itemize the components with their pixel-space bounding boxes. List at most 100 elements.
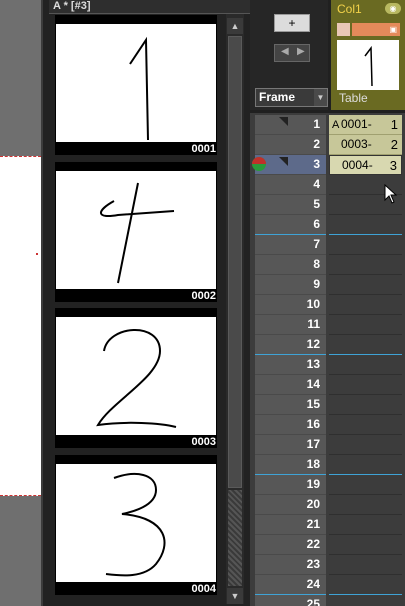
- frame-number[interactable]: 14: [255, 375, 326, 395]
- frame-number[interactable]: 6: [255, 215, 326, 235]
- frame-number[interactable]: 8: [255, 255, 326, 275]
- xsheet-cell-empty[interactable]: [329, 295, 402, 315]
- xsheet-row[interactable]: 6: [255, 215, 405, 235]
- xsheet-row[interactable]: 22: [255, 535, 405, 555]
- eye-icon[interactable]: ◉: [385, 3, 401, 14]
- xsheet-cell-empty[interactable]: [329, 495, 402, 515]
- frame-number[interactable]: 17: [255, 435, 326, 455]
- xsheet-cell-empty[interactable]: [329, 475, 402, 495]
- chevron-down-icon: ▼: [314, 89, 327, 106]
- frame-number[interactable]: 16: [255, 415, 326, 435]
- level-frame[interactable]: 0001: [55, 15, 217, 155]
- frame-number[interactable]: 12: [255, 335, 326, 355]
- frame-number[interactable]: 20: [255, 495, 326, 515]
- level-strip-scrollbar[interactable]: ▲ ▼: [226, 14, 244, 604]
- xsheet-row[interactable]: 7: [255, 235, 405, 255]
- new-level-button[interactable]: +: [274, 14, 310, 32]
- xsheet-row[interactable]: 20: [255, 495, 405, 515]
- xsheet-row[interactable]: 1 A 0001- 1: [255, 115, 405, 135]
- xsheet-row[interactable]: 25: [255, 595, 405, 606]
- frame-number[interactable]: 2: [255, 135, 326, 155]
- xsheet-row[interactable]: 4: [255, 175, 405, 195]
- xsheet-cell-empty[interactable]: [329, 415, 402, 435]
- frame-number[interactable]: 7: [255, 235, 326, 255]
- xsheet-row[interactable]: 10: [255, 295, 405, 315]
- viewer-panel[interactable]: [0, 0, 43, 606]
- xsheet-cell-empty[interactable]: [329, 255, 402, 275]
- xsheet-cell-empty[interactable]: [329, 535, 402, 555]
- xsheet-row[interactable]: 24: [255, 575, 405, 595]
- xsheet-cell-filled[interactable]: 0004- 3: [329, 155, 402, 175]
- xsheet-row[interactable]: 14: [255, 375, 405, 395]
- frame-number[interactable]: 13: [255, 355, 326, 375]
- xsheet-cell-empty[interactable]: [329, 515, 402, 535]
- camstand-toggle[interactable]: [337, 23, 350, 36]
- xsheet-cell-empty[interactable]: [329, 275, 402, 295]
- frame-number[interactable]: 21: [255, 515, 326, 535]
- scroll-up-arrow-icon[interactable]: ▲: [227, 18, 243, 34]
- xsheet-cell-empty[interactable]: [329, 315, 402, 335]
- scroll-down-arrow-icon[interactable]: ▼: [227, 588, 243, 604]
- next-arrow-icon[interactable]: ▶: [297, 46, 305, 57]
- xsheet-cell-empty[interactable]: [329, 435, 402, 455]
- scrollbar-thumb[interactable]: [228, 36, 242, 488]
- frame-number[interactable]: 19: [255, 475, 326, 495]
- xsheet-row[interactable]: 5: [255, 195, 405, 215]
- xsheet-row[interactable]: 8: [255, 255, 405, 275]
- keyframe-marker-icon[interactable]: [279, 157, 288, 166]
- xsheet-cell-empty[interactable]: [329, 215, 402, 235]
- frame-thumbnail: [56, 24, 216, 142]
- xsheet-row[interactable]: 23: [255, 555, 405, 575]
- xsheet-cell-empty[interactable]: [329, 455, 402, 475]
- lock-toggle[interactable]: ▣: [352, 23, 400, 36]
- xsheet-cell-empty[interactable]: [329, 575, 402, 595]
- xsheet-row[interactable]: 2 0003- 2: [255, 135, 405, 155]
- xsheet-row[interactable]: 9: [255, 275, 405, 295]
- xsheet-cell-empty[interactable]: [329, 235, 402, 255]
- frame-number[interactable]: 24: [255, 575, 326, 595]
- scrollbar-track[interactable]: [228, 490, 242, 586]
- xsheet-cell-empty[interactable]: [329, 375, 402, 395]
- xsheet-row[interactable]: 16: [255, 415, 405, 435]
- xsheet-cell-empty[interactable]: [329, 355, 402, 375]
- frame-number[interactable]: 18: [255, 455, 326, 475]
- frame-number[interactable]: 25: [255, 595, 326, 606]
- level-frame[interactable]: 0003: [55, 308, 217, 448]
- frame-number[interactable]: 11: [255, 315, 326, 335]
- frame-number[interactable]: 1: [255, 115, 326, 135]
- viewer-canvas[interactable]: [0, 156, 41, 496]
- level-frame[interactable]: 0002: [55, 162, 217, 302]
- xsheet-row[interactable]: 3 0004- 3: [255, 155, 405, 175]
- xsheet-cell-filled[interactable]: 0003- 2: [329, 135, 402, 155]
- frame-number[interactable]: 15: [255, 395, 326, 415]
- onion-skin-icon[interactable]: [250, 155, 268, 173]
- xsheet-row[interactable]: 17: [255, 435, 405, 455]
- xsheet-row[interactable]: 13: [255, 355, 405, 375]
- xsheet-row[interactable]: 15: [255, 395, 405, 415]
- xsheet-cell-empty[interactable]: [329, 595, 402, 606]
- xsheet-row[interactable]: 19: [255, 475, 405, 495]
- frame-number[interactable]: 4: [255, 175, 326, 195]
- frame-number[interactable]: 5: [255, 195, 326, 215]
- xsheet-row[interactable]: 21: [255, 515, 405, 535]
- xsheet-cell-empty[interactable]: [329, 335, 402, 355]
- frame-display-dropdown[interactable]: Frame ▼: [255, 88, 328, 107]
- keyframe-marker-icon[interactable]: [279, 117, 288, 126]
- frame-number[interactable]: 9: [255, 275, 326, 295]
- column-name[interactable]: Col1: [337, 2, 362, 16]
- frame-dropdown-label: Frame: [259, 90, 296, 104]
- xsheet-cell-area[interactable]: 1 A 0001- 1 2 0003- 2 3 0004- 3 4 5 6 7 8 9 10 11 12 13 14 15…: [250, 113, 405, 606]
- cell-frame-suffix: 1: [390, 117, 398, 132]
- xsheet-cell-empty[interactable]: [329, 395, 402, 415]
- prev-arrow-icon[interactable]: ◀: [281, 46, 289, 57]
- frame-number[interactable]: 22: [255, 535, 326, 555]
- frame-number[interactable]: 10: [255, 295, 326, 315]
- frame-number[interactable]: 23: [255, 555, 326, 575]
- xsheet-row[interactable]: 18: [255, 455, 405, 475]
- xsheet-row[interactable]: 12: [255, 335, 405, 355]
- column-header[interactable]: Col1 ◉ ▣ Table: [331, 0, 405, 110]
- xsheet-row[interactable]: 11: [255, 315, 405, 335]
- level-frame[interactable]: 0004: [55, 455, 217, 595]
- xsheet-cell-empty[interactable]: [329, 555, 402, 575]
- xsheet-cell-filled[interactable]: A 0001- 1: [329, 115, 402, 135]
